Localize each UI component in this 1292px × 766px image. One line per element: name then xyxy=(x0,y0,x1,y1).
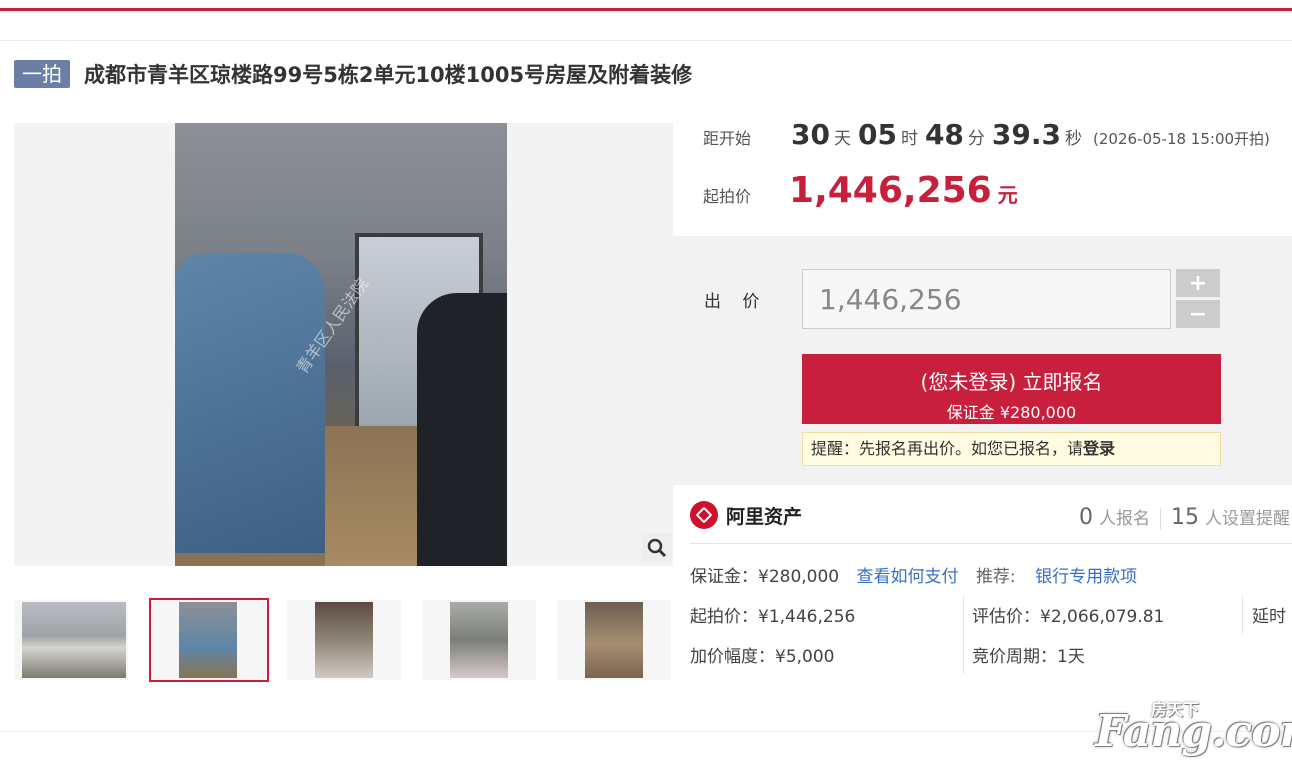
recommend-label: 推荐: xyxy=(975,567,1016,587)
title-row: 一拍 成都市青羊区琼楼路99号5栋2单元10楼1005号房屋及附着装修 xyxy=(14,58,692,90)
starting-price-label: 起拍价 xyxy=(703,187,752,206)
reminders-label: 人设置提醒 xyxy=(1205,509,1290,529)
delay-detail: 延时 xyxy=(1252,607,1286,627)
details-column-divider-2 xyxy=(1242,596,1243,634)
starting-price-unit: 元 xyxy=(997,183,1018,207)
countdown-days: 30 xyxy=(791,118,830,151)
deposit-row: 保证金：¥280,000 查看如何支付 推荐: 银行专用款项 xyxy=(690,562,1137,587)
countdown-minutes: 48 xyxy=(924,118,964,151)
main-image-viewer[interactable]: 青羊区人民法院 xyxy=(14,123,673,566)
signups-label: 人报名 xyxy=(1099,509,1150,529)
start-price-detail: 起拍价：¥1,446,256 xyxy=(690,607,856,627)
photo-covered-furniture xyxy=(175,253,325,553)
starting-price-value: 1,446,256 xyxy=(789,170,992,211)
increment-detail: 加价幅度：¥5,000 xyxy=(690,647,835,667)
photo-dark-coat xyxy=(417,293,507,566)
top-accent-line xyxy=(0,8,1292,11)
bid-panel: 出 价 + − (您未登录) 立即报名 保证金 ¥280,000 提醒：先报名再… xyxy=(673,236,1292,485)
main-photo: 青羊区人民法院 xyxy=(175,123,507,566)
thumbnail-5[interactable] xyxy=(557,600,671,680)
how-to-pay-link[interactable]: 查看如何支付 xyxy=(857,567,959,587)
signup-button-label: (您未登录) 立即报名 xyxy=(920,370,1103,394)
countdown-seconds-unit: 秒 xyxy=(1065,129,1083,149)
page-title: 成都市青羊区琼楼路99号5栋2单元10楼1005号房屋及附着装修 xyxy=(84,63,693,87)
header-divider xyxy=(0,40,1292,41)
details-column-divider xyxy=(963,596,964,674)
login-reminder: 提醒：先报名再出价。如您已报名，请登录 xyxy=(802,432,1221,466)
watermark-main: Fang.com xyxy=(1095,706,1292,757)
thumbnail-strip xyxy=(14,598,674,682)
reminders-count: 15 xyxy=(1171,505,1199,530)
login-link[interactable]: 登录 xyxy=(1083,439,1115,458)
cycle-detail: 竞价周期：1天 xyxy=(972,647,1085,667)
countdown-label: 距开始 xyxy=(703,129,752,148)
thumbnail-2-active[interactable] xyxy=(149,598,269,682)
signups-count: 0 xyxy=(1079,505,1093,530)
countdown-minutes-unit: 分 xyxy=(967,129,985,149)
platform-row: 阿里资产 0 人报名 15 人设置提醒 xyxy=(690,494,1292,536)
increase-bid-button[interactable]: + xyxy=(1176,269,1220,297)
ali-assets-logo-icon xyxy=(690,501,718,529)
countdown-hours: 05 xyxy=(857,118,897,151)
auction-summary: 距开始 30 天 05 时 48 分 39.3 秒 (2026-05-18 15… xyxy=(673,112,1292,236)
round-badge: 一拍 xyxy=(14,60,70,88)
starting-price-row: 起拍价 1,446,256 元 xyxy=(703,170,1018,211)
platform-name: 阿里资产 xyxy=(726,505,803,528)
fang-watermark: 房天下 Fang.com xyxy=(1095,696,1292,757)
signup-button[interactable]: (您未登录) 立即报名 保证金 ¥280,000 xyxy=(802,354,1221,424)
details-divider xyxy=(690,543,1292,544)
stats-separator xyxy=(1160,508,1161,530)
thumbnail-3[interactable] xyxy=(287,600,401,680)
start-time: (2026-05-18 15:00开拍) xyxy=(1093,130,1270,148)
auction-stats: 0 人报名 15 人设置提醒 xyxy=(1079,504,1290,530)
bank-account-link[interactable]: 银行专用款项 xyxy=(1035,567,1137,587)
countdown-seconds: 39.3 xyxy=(991,118,1062,151)
appraisal-detail: 评估价：¥2,066,079.81 xyxy=(972,607,1165,627)
countdown: 距开始 30 天 05 时 48 分 39.3 秒 (2026-05-18 15… xyxy=(703,118,1270,151)
decrease-bid-button[interactable]: − xyxy=(1176,300,1220,328)
bid-amount-input[interactable] xyxy=(802,269,1171,329)
magnifier-icon[interactable] xyxy=(642,533,672,563)
login-reminder-text: 提醒：先报名再出价。如您已报名，请 xyxy=(811,439,1084,458)
thumbnail-4[interactable] xyxy=(422,600,536,680)
countdown-hours-unit: 时 xyxy=(900,129,918,149)
deposit-text: 保证金：¥280,000 xyxy=(690,567,840,587)
signup-deposit-label: 保证金 ¥280,000 xyxy=(946,403,1077,422)
bid-label: 出 价 xyxy=(704,292,768,312)
countdown-days-unit: 天 xyxy=(833,129,851,149)
thumbnail-1[interactable] xyxy=(14,600,128,680)
